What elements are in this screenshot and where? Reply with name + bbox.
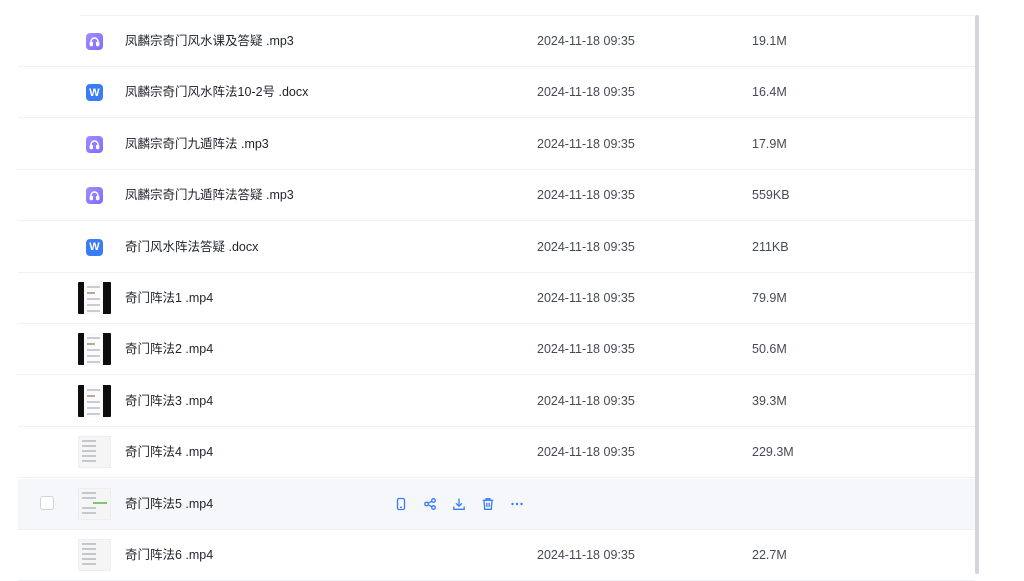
file-date: 2024-11-18 09:35 [537, 342, 635, 357]
file-name[interactable]: 凤麟宗奇门九遁阵法 .mp3 [125, 119, 269, 170]
file-date: 2024-11-18 09:35 [537, 393, 635, 408]
audio-file-icon [86, 187, 103, 205]
file-icon-container [78, 427, 114, 478]
audio-file-icon [86, 33, 103, 50]
word-file-icon: W [86, 84, 103, 102]
file-row[interactable]: W 奇门风水阵法答疑 .docx 2024-11-18 09:35 211KB [18, 222, 975, 273]
file-date: 2024-11-18 09:35 [537, 445, 635, 460]
file-row[interactable]: 奇门阵法6 .mp4 2024-11-18 09:35 22.7M [18, 530, 975, 581]
file-row[interactable]: 凤麟宗奇门风水课及答疑 .mp3 2024-11-18 09:35 19.1M [18, 16, 975, 67]
video-thumbnail [78, 436, 111, 469]
file-icon-container: W [78, 222, 114, 273]
open-on-phone-icon[interactable] [393, 496, 409, 512]
download-icon[interactable] [451, 496, 467, 512]
select-checkbox[interactable] [40, 495, 54, 510]
file-icon-container [78, 324, 114, 375]
delete-icon[interactable] [480, 496, 496, 512]
file-name[interactable]: 奇门阵法5 .mp4 [125, 479, 213, 530]
audio-file-icon [86, 135, 103, 153]
word-file-icon: W [86, 238, 103, 256]
file-name[interactable]: 奇门阵法3 .mp4 [125, 376, 213, 427]
video-thumbnail [78, 333, 111, 366]
vertical-scrollbar[interactable] [975, 15, 979, 574]
video-thumbnail [78, 282, 111, 314]
file-size: 79.9M [752, 291, 787, 305]
file-size: 22.7M [752, 548, 787, 562]
file-row[interactable]: 奇门阵法1 .mp4 2024-11-18 09:35 79.9M [18, 273, 975, 324]
share-icon[interactable] [422, 496, 438, 512]
file-date: 2024-11-18 09:35 [537, 291, 635, 305]
file-icon-container [78, 376, 114, 427]
file-row[interactable]: 凤麟宗奇门九遁阵法答疑 .mp3 2024-11-18 09:35 559KB [18, 170, 975, 222]
file-list: 凤麟宗奇门风水课及答疑 .mp3 2024-11-18 09:35 19.1M W 凤麟… [0, 0, 975, 581]
file-name[interactable]: 凤麟宗奇门风水阵法10-2号 .docx [125, 67, 308, 118]
video-thumbnail [78, 487, 111, 520]
file-icon-container [78, 170, 114, 221]
file-name[interactable]: 凤麟宗奇门九遁阵法答疑 .mp3 [125, 170, 294, 221]
file-row[interactable]: W 凤麟宗奇门风水阵法10-2号 .docx 2024-11-18 09:35 16.… [18, 67, 975, 119]
file-name[interactable]: 奇门阵法2 .mp4 [125, 324, 213, 375]
file-size: 229.3M [752, 445, 794, 460]
file-name[interactable]: 奇门阵法4 .mp4 [125, 427, 213, 478]
video-thumbnail [78, 384, 111, 417]
file-name[interactable]: 奇门阵法1 .mp4 [125, 273, 213, 324]
file-row[interactable]: 奇门阵法5 .mp4 [18, 478, 975, 530]
file-icon-container [78, 119, 114, 170]
file-icon-container [78, 530, 114, 581]
file-date: 2024-11-18 09:35 [537, 85, 635, 100]
video-thumbnail [78, 539, 111, 571]
file-date: 2024-11-18 09:35 [537, 548, 635, 562]
file-row[interactable]: 奇门阵法2 .mp4 2024-11-18 09:35 50.6M [18, 324, 975, 376]
file-icon-container [78, 273, 114, 324]
file-date: 2024-11-18 09:35 [537, 188, 635, 203]
file-size: 559KB [752, 188, 790, 203]
file-date: 2024-11-18 09:35 [537, 34, 635, 48]
file-icon-container [78, 16, 114, 67]
file-icon-container: W [78, 67, 114, 118]
file-row[interactable]: 奇门阵法3 .mp4 2024-11-18 09:35 39.3M [18, 376, 975, 427]
file-name[interactable]: 奇门阵法6 .mp4 [125, 530, 213, 581]
file-icon-container [78, 479, 114, 530]
file-size: 17.9M [752, 136, 787, 151]
file-name[interactable]: 奇门风水阵法答疑 .docx [125, 222, 258, 273]
file-size: 39.3M [752, 393, 787, 408]
file-date: 2024-11-18 09:35 [537, 136, 635, 151]
file-size: 211KB [752, 239, 789, 254]
file-size: 16.4M [752, 85, 787, 100]
file-date: 2024-11-18 09:35 [537, 239, 635, 254]
file-name[interactable]: 凤麟宗奇门风水课及答疑 .mp3 [125, 16, 294, 67]
file-size: 50.6M [752, 342, 787, 357]
file-size: 19.1M [752, 34, 787, 48]
more-icon[interactable] [509, 496, 525, 512]
file-row[interactable]: 奇门阵法4 .mp4 2024-11-18 09:35 229.3M [18, 427, 975, 479]
file-row[interactable]: 凤麟宗奇门九遁阵法 .mp3 2024-11-18 09:35 17.9M [18, 119, 975, 170]
row-actions [393, 496, 538, 512]
